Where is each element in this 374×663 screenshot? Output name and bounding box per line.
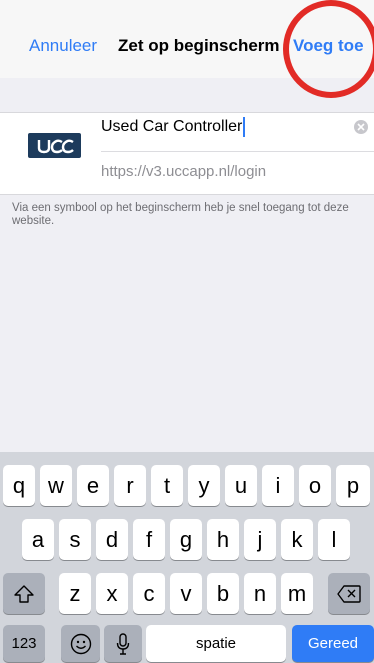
text-caret [243,116,246,137]
key-g[interactable]: g [170,519,202,560]
helper-text: Via een symbool op het beginscherm heb j… [12,202,349,227]
key-f[interactable]: f [133,519,165,560]
key-d[interactable]: d [96,519,128,560]
bookmark-url: https://v3.uccapp.nl/login [101,163,267,180]
key-c[interactable]: c [133,573,165,614]
microphone-icon[interactable] [104,625,142,662]
numbers-key[interactable]: 123 [3,625,45,662]
key-a[interactable]: a [22,519,54,560]
space-key[interactable]: spatie [146,625,286,662]
clear-text-icon[interactable] [354,120,368,134]
key-k[interactable]: k [281,519,313,560]
key-b[interactable]: b [207,573,239,614]
key-j[interactable]: j [244,519,276,560]
key-m[interactable]: m [281,573,313,614]
key-e[interactable]: e [77,465,109,506]
key-o[interactable]: o [299,465,331,506]
shift-icon[interactable] [3,573,45,614]
ucc-logo-icon [28,133,81,158]
key-t[interactable]: t [151,465,183,506]
key-x[interactable]: x [96,573,128,614]
key-u[interactable]: u [225,465,257,506]
key-z[interactable]: z [59,573,91,614]
bookmark-name-value: Used Car Controller [101,116,246,138]
cancel-button[interactable]: Annuleer [29,36,97,56]
key-n[interactable]: n [244,573,276,614]
key-r[interactable]: r [114,465,146,506]
key-q[interactable]: q [3,465,35,506]
emoji-icon[interactable] [61,625,100,662]
key-l[interactable]: l [318,519,350,560]
key-i[interactable]: i [262,465,294,506]
done-button[interactable]: Gereed [292,625,374,662]
key-s[interactable]: s [59,519,91,560]
navigation-bar: Annuleer Zet op beginscherm Voeg toe [0,0,374,78]
key-h[interactable]: h [207,519,239,560]
backspace-icon[interactable] [328,573,370,614]
key-v[interactable]: v [170,573,202,614]
keyboard: q w e r t y u i o p a s d f g h j k l z … [0,452,374,663]
key-p[interactable]: p [336,465,370,506]
key-y[interactable]: y [188,465,220,506]
bookmark-name-field[interactable]: Used Car Controller [101,116,374,152]
add-button[interactable]: Voeg toe [293,36,364,56]
page-title: Zet op beginscherm [118,36,280,55]
key-w[interactable]: w [40,465,72,506]
